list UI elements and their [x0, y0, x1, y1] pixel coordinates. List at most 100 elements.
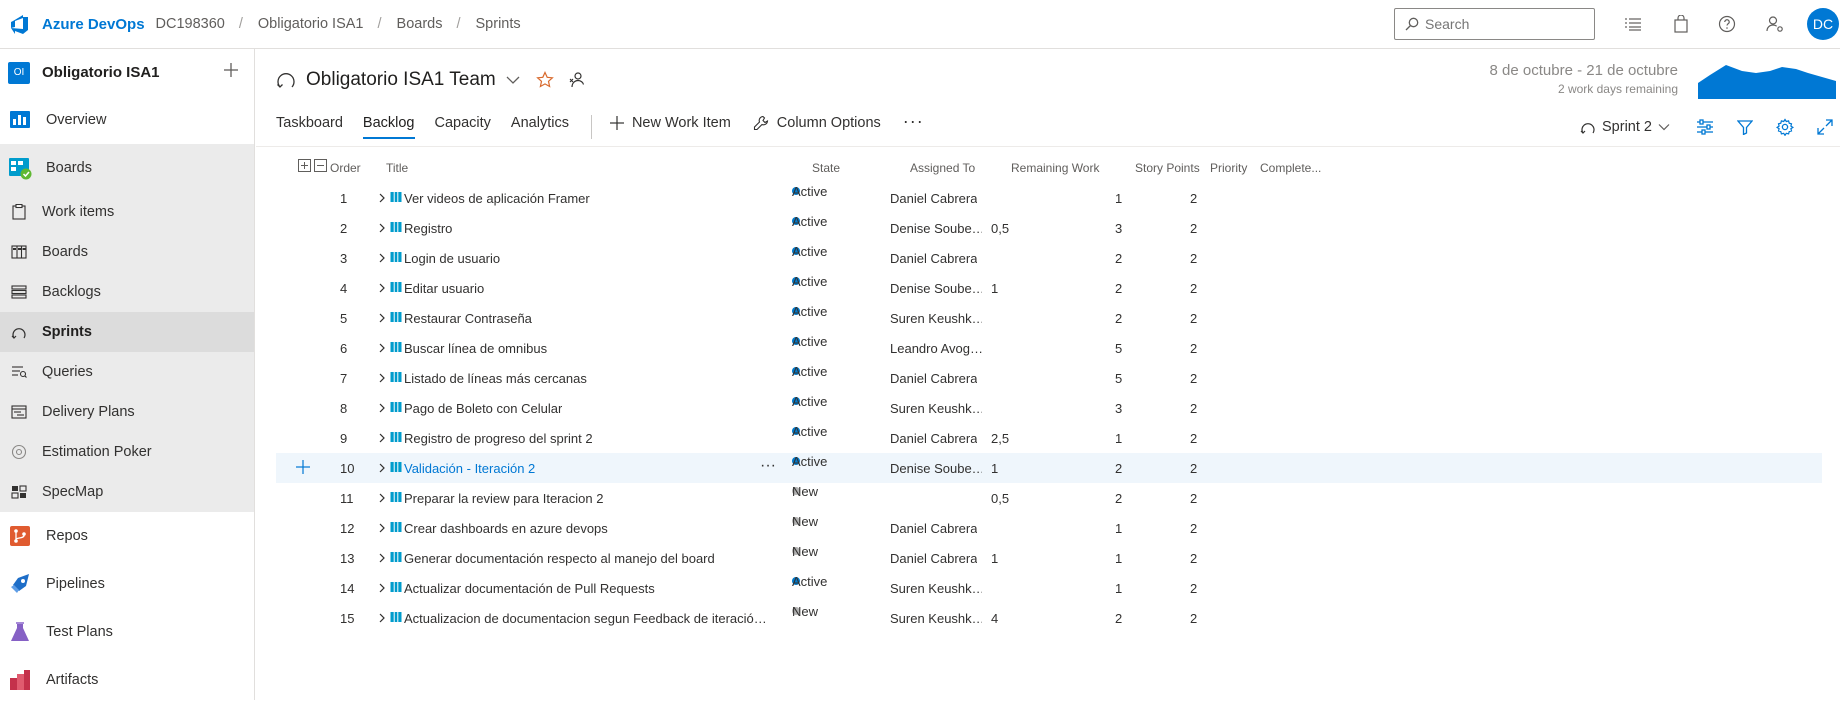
row-assigned-to[interactable]: Suren Keushk…: [890, 311, 982, 326]
chevron-right-icon[interactable]: [378, 462, 386, 474]
row-priority[interactable]: 2: [1190, 521, 1197, 536]
plus-icon[interactable]: [222, 61, 240, 79]
row-story-points[interactable]: 2: [1115, 461, 1122, 476]
row-story-points[interactable]: 2: [1115, 251, 1122, 266]
row-remaining-work[interactable]: 1: [991, 551, 998, 566]
sidebar-item-work-items[interactable]: Work items: [0, 192, 254, 232]
column-header-completed[interactable]: Complete...: [1260, 161, 1321, 175]
sidebar-item-estimation-poker[interactable]: Estimation Poker: [0, 432, 254, 472]
row-assigned-to[interactable]: Daniel Cabrera: [890, 251, 977, 266]
row-priority[interactable]: 2: [1190, 581, 1197, 596]
sidebar-item-pipelines[interactable]: Pipelines: [0, 560, 254, 608]
collapse-all-icon[interactable]: [314, 159, 327, 172]
row-story-points[interactable]: 1: [1115, 431, 1122, 446]
row-story-points[interactable]: 3: [1115, 401, 1122, 416]
sidebar-item-test-plans[interactable]: Test Plans: [0, 608, 254, 656]
table-row[interactable]: 15 Actualizacion de documentacion segun F…: [276, 603, 1822, 633]
column-header-title[interactable]: Title: [386, 161, 408, 175]
row-priority[interactable]: 2: [1190, 491, 1197, 506]
search-input[interactable]: [1425, 16, 1585, 32]
row-priority[interactable]: 2: [1190, 431, 1197, 446]
column-options-button[interactable]: Column Options: [753, 115, 881, 131]
row-title[interactable]: Buscar línea de omnibus: [404, 341, 547, 356]
chevron-right-icon[interactable]: [378, 432, 386, 444]
chevron-down-icon[interactable]: [506, 75, 520, 85]
column-header-order[interactable]: Order: [330, 161, 361, 175]
column-header-remaining-work[interactable]: Remaining Work: [1011, 161, 1099, 175]
row-priority[interactable]: 2: [1190, 191, 1197, 206]
row-story-points[interactable]: 5: [1115, 341, 1122, 356]
row-priority[interactable]: 2: [1190, 461, 1197, 476]
row-assigned-to[interactable]: Daniel Cabrera: [890, 371, 977, 386]
search-box[interactable]: [1394, 8, 1595, 40]
row-title[interactable]: Pago de Boleto con Celular: [404, 401, 562, 416]
row-story-points[interactable]: 2: [1115, 491, 1122, 506]
row-title[interactable]: Validación - Iteración 2: [404, 461, 535, 476]
row-assigned-to[interactable]: Daniel Cabrera: [890, 521, 977, 536]
chevron-right-icon[interactable]: [378, 342, 386, 354]
list-icon[interactable]: [1622, 13, 1644, 35]
row-priority[interactable]: 2: [1190, 311, 1197, 326]
row-priority[interactable]: 2: [1190, 371, 1197, 386]
chevron-right-icon[interactable]: [378, 552, 386, 564]
column-header-priority[interactable]: Priority: [1210, 161, 1247, 175]
avatar[interactable]: DC: [1807, 8, 1839, 40]
column-header-state[interactable]: State: [812, 161, 840, 175]
chevron-right-icon[interactable]: [378, 372, 386, 384]
row-story-points[interactable]: 2: [1115, 611, 1122, 626]
row-assigned-to[interactable]: Leandro Avog…: [890, 341, 982, 356]
sidebar-item-specmap[interactable]: SpecMap: [0, 472, 254, 512]
row-remaining-work[interactable]: 1: [991, 281, 998, 296]
row-remaining-work[interactable]: 1: [991, 461, 998, 476]
project-header[interactable]: OI Obligatorio ISA1: [0, 49, 254, 96]
chevron-right-icon[interactable]: [378, 522, 386, 534]
tab-taskboard[interactable]: Taskboard: [276, 115, 343, 137]
burndown-sparkline[interactable]: [1698, 61, 1836, 99]
table-row[interactable]: 12 Crear dashboards en azure devops New Dan…: [276, 513, 1822, 543]
table-row[interactable]: 9 Registro de progreso del sprint 2 Active…: [276, 423, 1822, 453]
sidebar-item-backlogs[interactable]: Backlogs: [0, 272, 254, 312]
brand-link[interactable]: Azure DevOps: [42, 16, 145, 33]
new-work-item-button[interactable]: New Work Item: [609, 115, 731, 131]
column-header-assigned-to[interactable]: Assigned To: [910, 161, 975, 175]
chevron-right-icon[interactable]: [378, 222, 386, 234]
row-story-points[interactable]: 2: [1115, 281, 1122, 296]
sidebar-item-overview[interactable]: Overview: [0, 96, 254, 144]
sidebar-item-kanban-boards[interactable]: Boards: [0, 232, 254, 272]
row-assigned-to[interactable]: Suren Keushk…: [890, 611, 982, 626]
row-priority[interactable]: 2: [1190, 281, 1197, 296]
row-assigned-to[interactable]: Denise Soube…: [890, 221, 982, 236]
table-row[interactable]: 14 Actualizar documentación de Pull Reque…: [276, 573, 1822, 603]
chevron-right-icon[interactable]: [378, 612, 386, 624]
tab-backlog[interactable]: Backlog: [362, 115, 415, 139]
table-row[interactable]: 8 Pago de Boleto con Celular Active Suren K…: [276, 393, 1822, 423]
table-row[interactable]: 3 Login de usuario Active Daniel Cabrera 2 2: [276, 243, 1822, 273]
row-story-points[interactable]: 1: [1115, 551, 1122, 566]
row-assigned-to[interactable]: Suren Keushk…: [890, 401, 982, 416]
row-assigned-to[interactable]: Suren Keushk…: [890, 581, 982, 596]
row-story-points[interactable]: 2: [1115, 311, 1122, 326]
breadcrumb-project[interactable]: Obligatorio ISA1: [258, 16, 364, 32]
sidebar-item-sprints[interactable]: Sprints: [0, 312, 254, 352]
more-actions-button[interactable]: ···: [903, 111, 924, 132]
table-row[interactable]: 4 Editar usuario Active Denise Soube… 1 2 2: [276, 273, 1822, 303]
row-story-points[interactable]: 1: [1115, 191, 1122, 206]
expand-all-icon[interactable]: [298, 159, 311, 172]
row-assigned-to[interactable]: Daniel Cabrera: [890, 431, 977, 446]
row-assigned-to[interactable]: Denise Soube…: [890, 281, 982, 296]
chevron-right-icon[interactable]: [378, 492, 386, 504]
table-row[interactable]: 10 Validación - Iteración 2 ··· Active Denis…: [276, 453, 1822, 483]
sidebar-item-artifacts[interactable]: Artifacts: [0, 656, 254, 704]
sidebar-item-boards[interactable]: Boards: [0, 144, 254, 192]
view-options-icon[interactable]: [1694, 116, 1716, 138]
row-priority[interactable]: 2: [1190, 341, 1197, 356]
row-title[interactable]: Login de usuario: [404, 251, 500, 266]
team-members-icon[interactable]: [568, 71, 586, 89]
row-assigned-to[interactable]: Daniel Cabrera: [890, 551, 977, 566]
project-name[interactable]: Obligatorio ISA1: [42, 64, 160, 81]
sidebar-item-delivery-plans[interactable]: Delivery Plans: [0, 392, 254, 432]
row-story-points[interactable]: 1: [1115, 521, 1122, 536]
chevron-right-icon[interactable]: [378, 282, 386, 294]
sprint-picker[interactable]: Sprint 2: [1574, 119, 1676, 135]
tab-capacity[interactable]: Capacity: [435, 115, 491, 137]
